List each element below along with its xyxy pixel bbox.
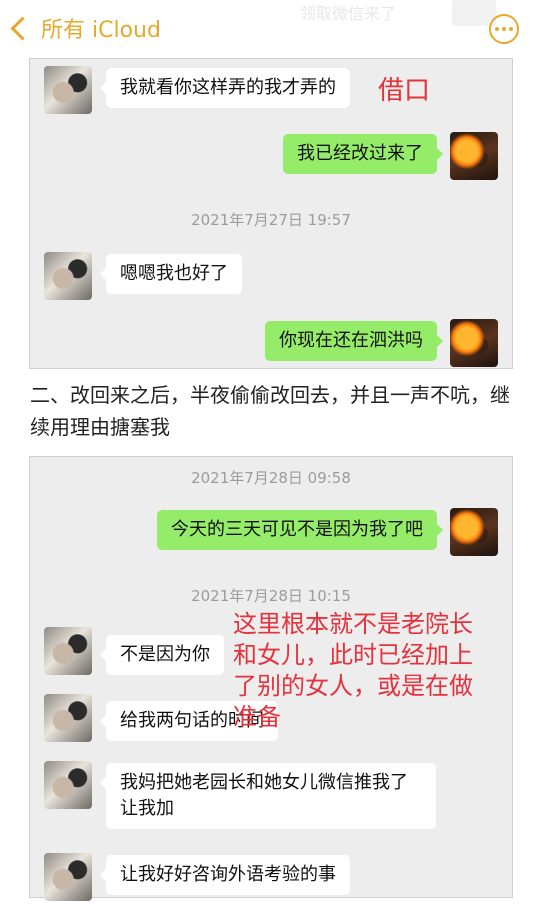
- annotation-note: 借口: [378, 76, 431, 106]
- nav-bar: 所有 iCloud 领取微信来了: [0, 0, 557, 56]
- chat-message: 你现在还在泗洪吗: [265, 321, 443, 361]
- chat-message: 让我好好咨询外语考验的事: [100, 855, 350, 895]
- timestamp: 2021年7月27日 19:57: [191, 211, 351, 229]
- chat-message: 我妈把她老园长和她女儿微信推我了让我加: [100, 763, 436, 829]
- avatar: [450, 508, 498, 556]
- avatar: [44, 627, 92, 675]
- chat-message: 我已经改过来了: [283, 134, 443, 174]
- chat-message: 今天的三天可见不是因为我了吧: [157, 510, 443, 550]
- avatar: [44, 853, 92, 901]
- timestamp: 2021年7月28日 09:58: [191, 469, 351, 487]
- avatar: [44, 252, 92, 300]
- chat-screenshot-1: 我就看你这样弄的我才弄的 我已经改过来了 2021年7月27日 19:57 嗯嗯…: [29, 58, 513, 369]
- faded-overlay-text: 领取微信来了: [300, 4, 397, 23]
- chevron-left-icon: [10, 15, 35, 41]
- annotation-note: 这里根本就不是老院长和女儿，此时已经加上了别的女人，或是在做准备: [233, 610, 473, 731]
- avatar: [44, 66, 92, 114]
- caption-text: 二、改回来之后，半夜偷偷改回去，并且一声不吭，继续用理由搪塞我: [30, 383, 510, 439]
- avatar: [44, 694, 92, 742]
- back-button[interactable]: 所有 iCloud: [8, 12, 161, 44]
- back-label: 所有 iCloud: [41, 18, 161, 43]
- avatar: [450, 132, 498, 180]
- timestamp: 2021年7月28日 10:15: [191, 587, 351, 605]
- chat-message: 嗯嗯我也好了: [100, 254, 242, 294]
- chat-message: 我就看你这样弄的我才弄的: [100, 68, 350, 108]
- more-icon[interactable]: [489, 14, 519, 44]
- avatar: [44, 761, 92, 809]
- chat-message: 不是因为你: [100, 635, 224, 675]
- avatar: [450, 319, 498, 367]
